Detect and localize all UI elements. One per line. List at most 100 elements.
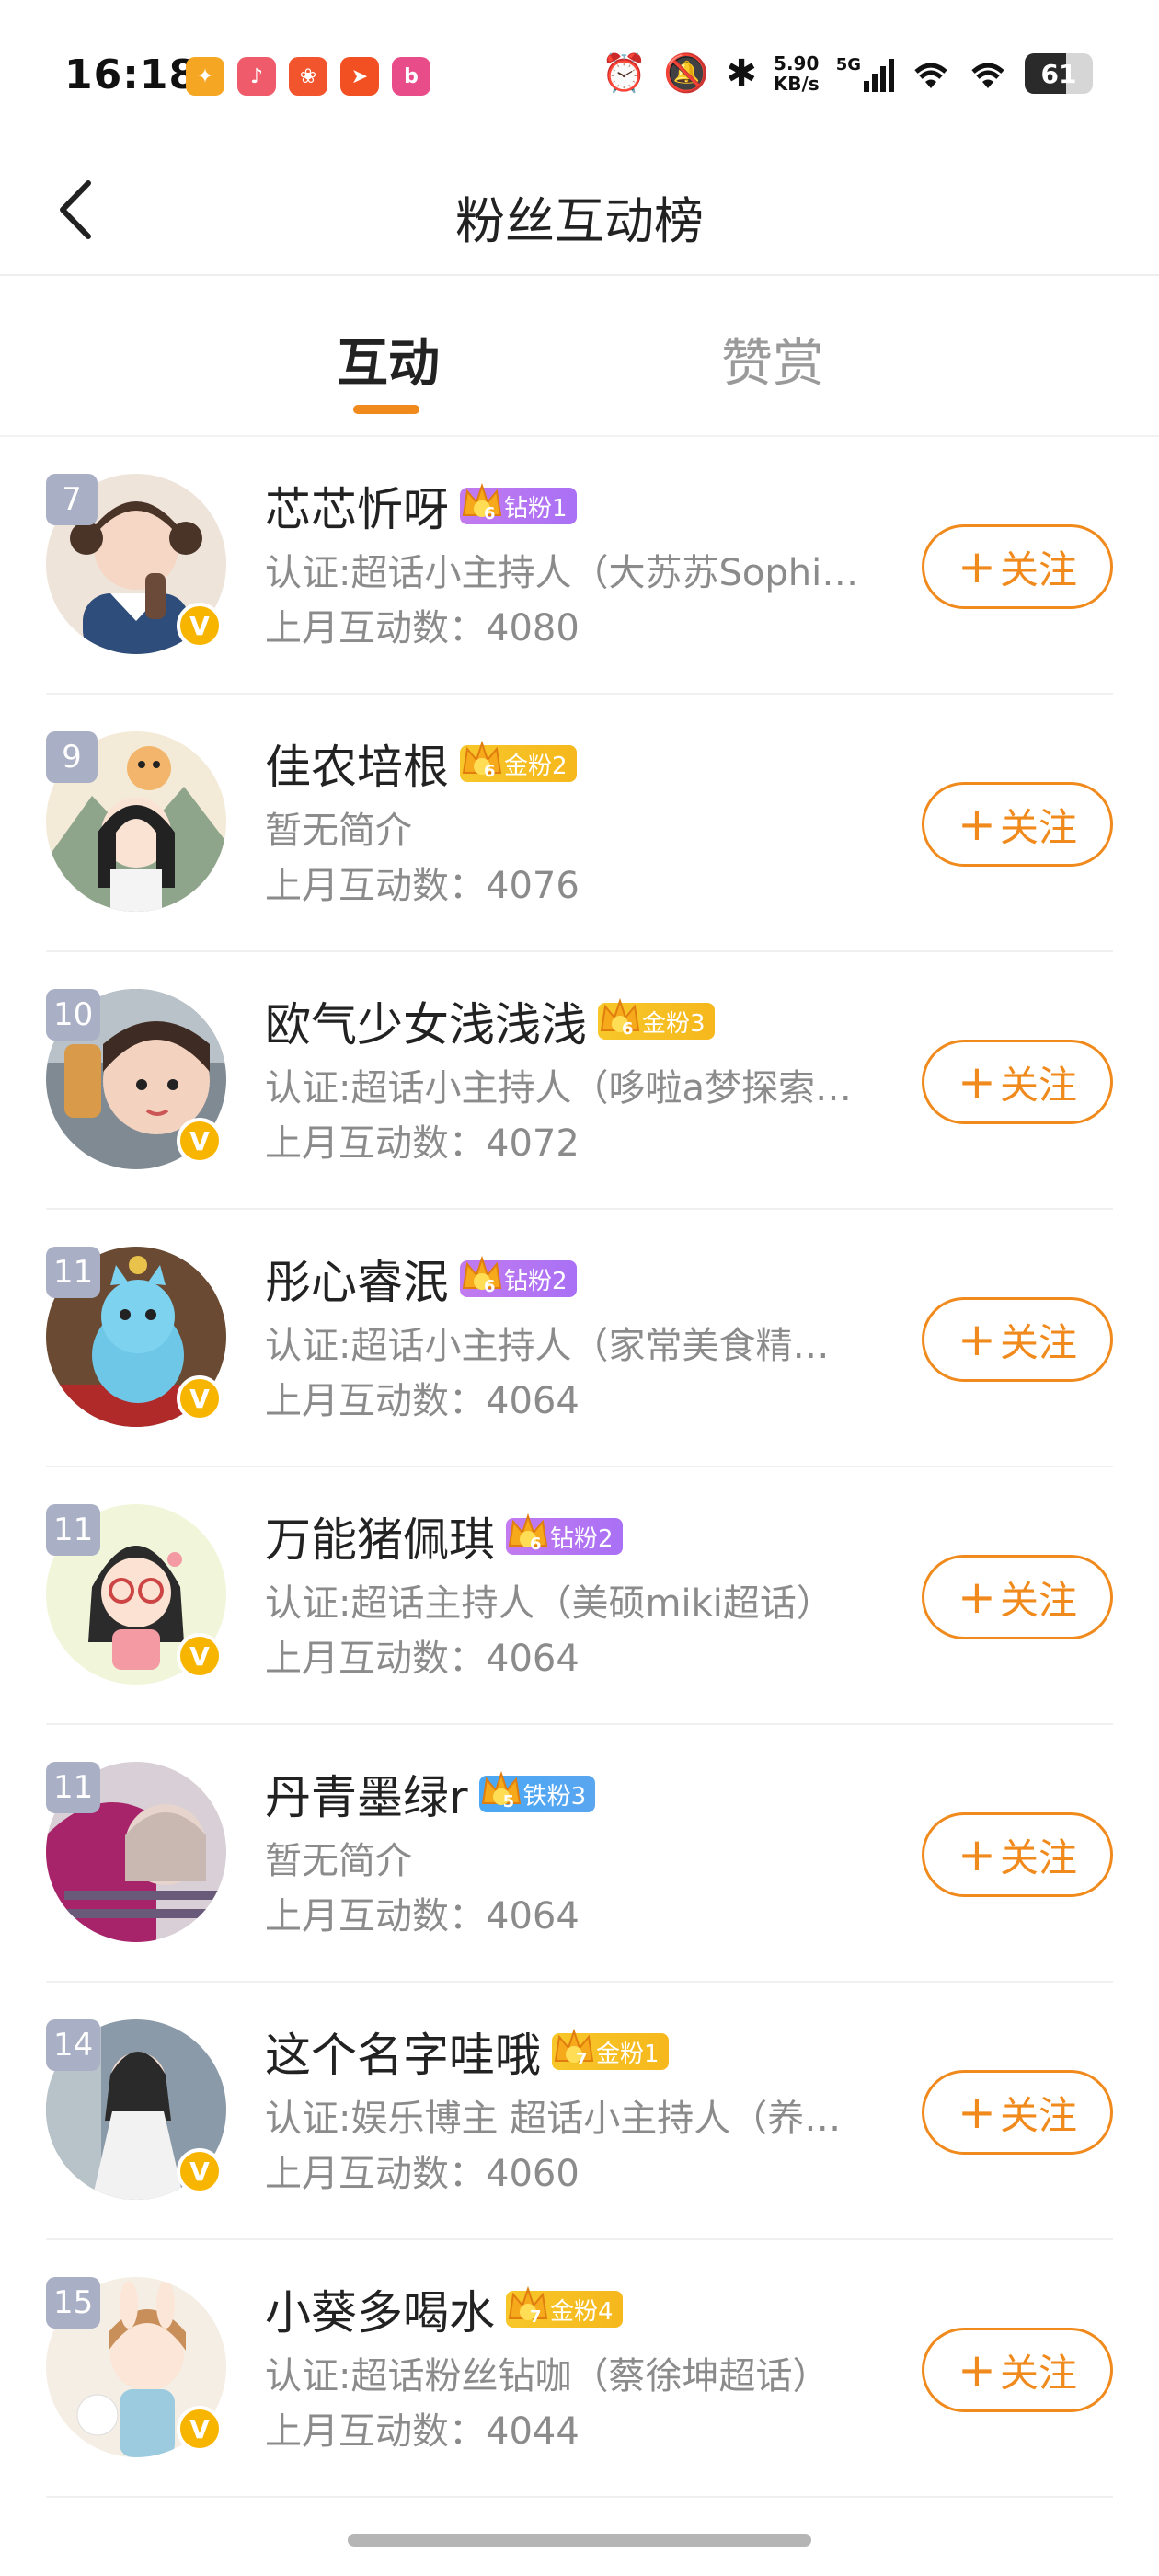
interaction-count: 上月互动数：4064 <box>265 1895 580 1938</box>
mute-icon: 🔕 <box>663 52 710 95</box>
list-item[interactable]: 7 V 芯芯忻呀 6 钻粉1 认证:超话小主持人（大苏苏Sophi… 上月互动数… <box>46 437 1113 695</box>
active-tab-indicator <box>353 405 419 414</box>
app-icon-5: b <box>392 57 430 96</box>
crown-icon <box>554 2028 594 2063</box>
verified-badge-icon: V <box>177 1375 223 1421</box>
net-speed: 5.90 KB/s <box>773 52 820 95</box>
interaction-count: 上月互动数：4064 <box>265 1380 580 1422</box>
fan-name[interactable]: 丹青墨绿r <box>265 1761 468 1827</box>
verified-badge-icon: V <box>177 2406 223 2452</box>
verified-badge-icon: V <box>177 2148 223 2194</box>
fan-level-badge: 6 金粉3 <box>598 997 715 1040</box>
fan-description: 认证:超话主持人（美硕miki超话） <box>265 1582 833 1625</box>
interaction-count: 上月互动数：4044 <box>265 2410 580 2453</box>
plus-icon: + <box>958 2343 996 2397</box>
battery-icon: 61 <box>1025 53 1093 94</box>
fan-description: 暂无简介 <box>265 1840 412 1882</box>
follow-button[interactable]: + 关注 <box>922 1040 1113 1124</box>
app-icon-2: ♪ <box>237 57 276 96</box>
tab-interaction[interactable]: 互动 <box>337 322 440 397</box>
fan-description: 认证:超话小主持人（哆啦a梦探索… <box>265 1067 852 1110</box>
fan-name[interactable]: 小葵多喝水 <box>265 2276 495 2342</box>
tab-appreciation[interactable]: 赞赏 <box>721 322 824 397</box>
bluetooth-icon: ✱ <box>726 52 757 95</box>
app-icon-3: ❀ <box>289 57 327 96</box>
fan-description: 认证:娱乐博主 超话小主持人（养… <box>265 2098 842 2140</box>
fan-description: 暂无简介 <box>265 810 412 852</box>
rank-badge: 11 <box>46 1247 101 1298</box>
fan-level-badge: 6 钻粉2 <box>506 1512 623 1555</box>
interaction-count: 上月互动数：4072 <box>265 1122 580 1165</box>
plus-icon: + <box>958 798 996 851</box>
verified-badge-icon: V <box>177 1118 223 1164</box>
list-item[interactable]: 9 佳农培根 6 金粉2 暂无简介 上月互动数：4076 + 关注 <box>46 695 1113 952</box>
follow-button[interactable]: + 关注 <box>922 1555 1113 1639</box>
fan-description: 认证:超话粉丝钻咖（蔡徐坤超话） <box>265 2355 830 2398</box>
plus-icon: + <box>958 1570 996 1624</box>
status-bar: 16:18 ✦ ♪ ❀ ➤ b ⏰ 🔕 ✱ 5.90 KB/s 5G 61 <box>0 0 1159 147</box>
list-item[interactable]: 11 丹青墨绿r 5 铁粉3 暂无简介 上月互动数：4064 + 关注 <box>46 1725 1113 1983</box>
fan-name[interactable]: 万能猪佩琪 <box>265 1503 495 1570</box>
fan-list: 7 V 芯芯忻呀 6 钻粉1 认证:超话小主持人（大苏苏Sophi… 上月互动数… <box>0 437 1159 2498</box>
crown-icon <box>462 482 502 517</box>
fan-level-badge: 6 金粉2 <box>460 740 577 782</box>
app-icon-4: ➤ <box>340 57 379 96</box>
follow-button[interactable]: + 关注 <box>922 1812 1113 1897</box>
crown-icon <box>508 1512 548 1547</box>
wifi-icon <box>914 63 947 88</box>
rank-badge: 7 <box>46 474 98 525</box>
system-icons: ⏰ 🔕 ✱ 5.90 KB/s 5G 61 <box>602 52 1093 96</box>
wifi-icon-2 <box>971 63 1004 88</box>
home-indicator[interactable] <box>348 2534 811 2547</box>
alarm-icon: ⏰ <box>601 52 648 95</box>
list-item[interactable]: 11 V 彤心睿泯 6 钻粉2 认证:超话小主持人（家常美食精… 上月互动数：4… <box>46 1210 1113 1467</box>
list-item[interactable]: 15 V 小葵多喝水 7 金粉4 认证:超话粉丝钻咖（蔡徐坤超话） 上月互动数：… <box>46 2240 1113 2498</box>
page-title: 粉丝互动榜 <box>455 192 704 250</box>
crown-icon <box>462 1255 502 1290</box>
tab-bar: 互动 赞赏 <box>0 276 1159 437</box>
notification-app-icons: ✦ ♪ ❀ ➤ b <box>186 57 430 96</box>
crown-icon <box>481 1770 521 1805</box>
fan-name[interactable]: 这个名字哇哦 <box>265 2018 541 2085</box>
interaction-count: 上月互动数：4076 <box>265 865 580 907</box>
signal-icon: 5G <box>836 55 894 92</box>
list-item[interactable]: 10 V 欧气少女浅浅浅 6 金粉3 认证:超话小主持人（哆啦a梦探索… 上月互… <box>46 952 1113 1210</box>
app-icon-1: ✦ <box>186 57 224 96</box>
nav-header: 粉丝互动榜 <box>0 147 1159 276</box>
rank-badge: 15 <box>46 2277 101 2329</box>
follow-button[interactable]: + 关注 <box>922 782 1113 867</box>
rank-badge: 11 <box>46 1762 101 1813</box>
rank-badge: 11 <box>46 1504 101 1556</box>
plus-icon: + <box>958 1313 996 1366</box>
rank-badge: 10 <box>46 989 101 1041</box>
fan-description: 认证:超话小主持人（大苏苏Sophi… <box>265 552 859 594</box>
list-item[interactable]: 11 V 万能猪佩琪 6 钻粉2 认证:超话主持人（美硕miki超话） 上月互动… <box>46 1467 1113 1725</box>
follow-button[interactable]: + 关注 <box>922 2070 1113 2155</box>
verified-badge-icon: V <box>177 1633 223 1679</box>
plus-icon: + <box>958 1828 996 1881</box>
status-time: 16:18 <box>64 52 199 98</box>
fan-name[interactable]: 彤心睿泯 <box>265 1246 449 1312</box>
crown-icon <box>462 740 502 775</box>
follow-button[interactable]: + 关注 <box>922 1297 1113 1382</box>
interaction-count: 上月互动数：4064 <box>265 1638 580 1680</box>
fan-name[interactable]: 欧气少女浅浅浅 <box>265 988 587 1054</box>
verified-badge-icon: V <box>177 603 223 649</box>
fan-level-badge: 7 金粉4 <box>506 2285 623 2328</box>
interaction-count: 上月互动数：4060 <box>265 2153 580 2195</box>
fan-level-badge: 6 钻粉1 <box>460 482 577 524</box>
follow-button[interactable]: + 关注 <box>922 524 1113 609</box>
plus-icon: + <box>958 2086 996 2139</box>
plus-icon: + <box>958 1055 996 1109</box>
fan-name[interactable]: 佳农培根 <box>265 730 449 797</box>
follow-button[interactable]: + 关注 <box>922 2328 1113 2412</box>
interaction-count: 上月互动数：4080 <box>265 607 580 650</box>
fan-description: 认证:超话小主持人（家常美食精… <box>265 1325 830 1367</box>
crown-icon <box>600 997 640 1032</box>
list-item[interactable]: 14 V 这个名字哇哦 7 金粉1 认证:娱乐博主 超话小主持人（养… 上月互动… <box>46 1983 1113 2240</box>
fan-level-badge: 7 金粉1 <box>552 2028 669 2070</box>
rank-badge: 9 <box>46 731 98 783</box>
fan-level-badge: 6 钻粉2 <box>460 1255 577 1297</box>
rank-badge: 14 <box>46 2019 101 2071</box>
fan-name[interactable]: 芯芯忻呀 <box>265 473 449 539</box>
